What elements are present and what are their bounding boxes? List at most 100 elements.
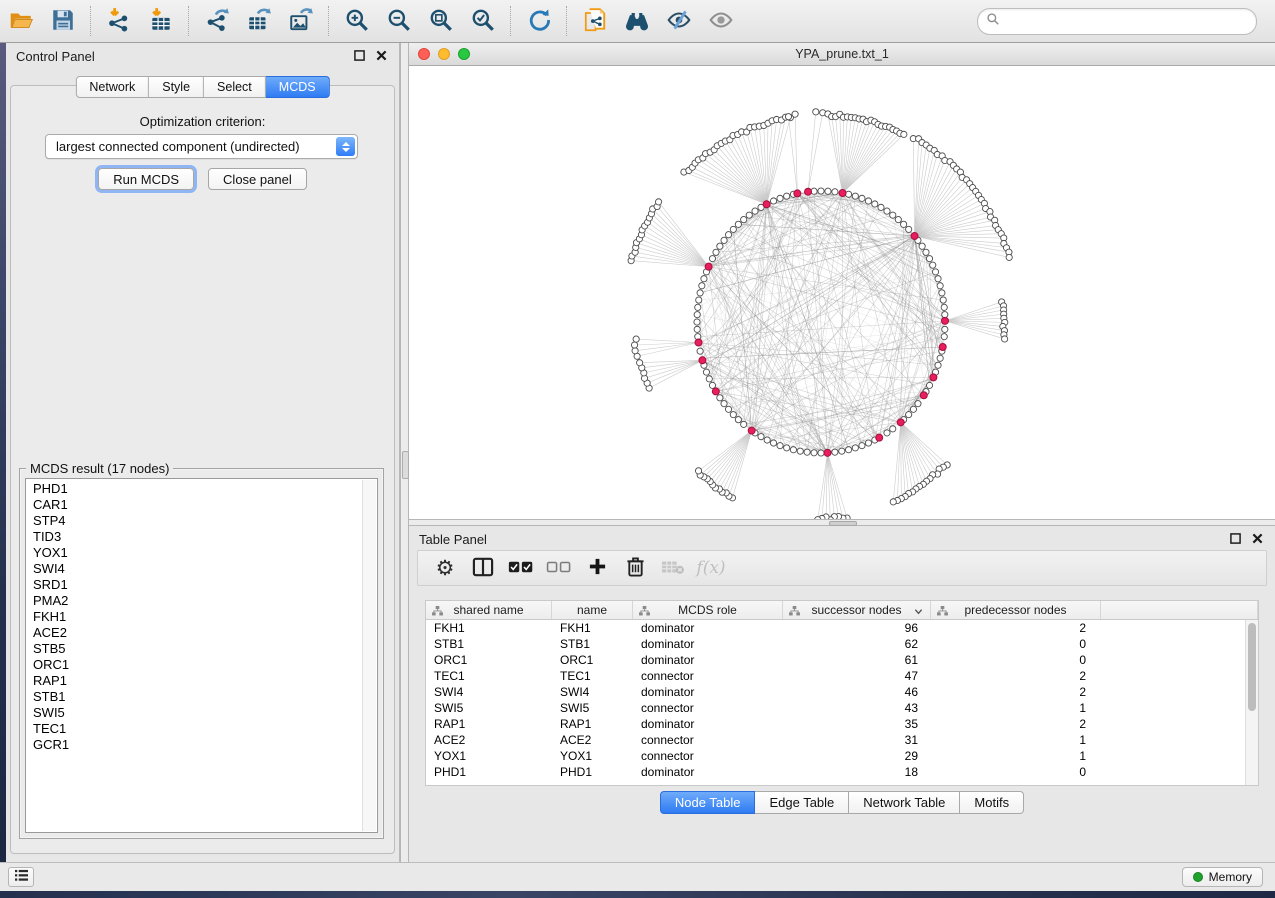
network-workspace: YPA_prune.txt_1 Table Panel ⚙ f(x) (409, 43, 1275, 862)
import-network-button[interactable] (101, 3, 137, 39)
table-row[interactable]: STB1STB1dominator620 (426, 636, 1245, 652)
mcds-tab-panel: Network Style Select MCDS Optimization c… (10, 85, 395, 854)
deselect-all-columns-button[interactable] (542, 553, 576, 583)
mcds-result-item[interactable]: ACE2 (33, 625, 363, 641)
apply-function-button[interactable]: f(x) (694, 553, 728, 583)
table-row[interactable]: ACE2ACE2connector311 (426, 732, 1245, 748)
toolbar-separator (510, 6, 512, 36)
search-input[interactable] (1000, 14, 1256, 29)
mcds-result-group: MCDS result (17 nodes) PHD1CAR1STP4TID3Y… (19, 468, 384, 839)
zoom-fit-button[interactable] (423, 3, 459, 39)
tab-style[interactable]: Style (149, 76, 204, 98)
mcds-result-item[interactable]: YOX1 (33, 545, 363, 561)
table-toolbar: ⚙ f(x) (417, 550, 1267, 586)
tab-edge-table[interactable]: Edge Table (755, 791, 849, 814)
zoom-in-button[interactable] (339, 3, 375, 39)
toolbar-separator (566, 6, 568, 36)
mcds-result-item[interactable]: STB5 (33, 641, 363, 657)
close-panel-button[interactable] (373, 48, 389, 64)
checked-boxes-icon (508, 559, 534, 578)
zoom-selected-button[interactable] (465, 3, 501, 39)
delete-column-button[interactable] (618, 553, 652, 583)
hide-graphics-button[interactable] (661, 3, 697, 39)
run-mcds-button[interactable]: Run MCDS (98, 168, 194, 190)
network-canvas[interactable] (409, 66, 1275, 519)
search-network-button[interactable] (619, 3, 655, 39)
column-header-shared-name[interactable]: shared name (426, 601, 552, 619)
tab-node-table[interactable]: Node Table (660, 791, 756, 814)
import-table-button[interactable] (143, 3, 179, 39)
import-network-icon (106, 7, 132, 36)
float-table-panel-button[interactable] (1227, 531, 1243, 547)
mcds-result-item[interactable]: PMA2 (33, 593, 363, 609)
mcds-result-item[interactable]: STB1 (33, 689, 363, 705)
node-table: shared name name MCDS role successor nod… (425, 600, 1259, 786)
export-table-button[interactable] (241, 3, 277, 39)
table-row[interactable]: FKH1FKH1dominator962 (426, 620, 1245, 636)
node-table-header: shared name name MCDS role successor nod… (426, 601, 1258, 620)
column-header-name[interactable]: name (552, 601, 633, 619)
tab-mcds[interactable]: MCDS (266, 76, 330, 98)
binoculars-icon (624, 7, 650, 36)
mcds-result-item[interactable]: SWI5 (33, 705, 363, 721)
mcds-result-item[interactable]: SWI4 (33, 561, 363, 577)
export-image-button[interactable] (283, 3, 319, 39)
table-row[interactable]: PHD1PHD1dominator180 (426, 764, 1245, 780)
column-header-mcds-role[interactable]: MCDS role (633, 601, 783, 619)
export-network-button[interactable] (199, 3, 235, 39)
column-header-successor-nodes[interactable]: successor nodes (783, 601, 931, 619)
mcds-list-scrollbar[interactable] (362, 480, 376, 831)
table-panel: Table Panel ⚙ f(x) shared name name (409, 526, 1275, 862)
mcds-result-item[interactable]: TID3 (33, 529, 363, 545)
criterion-dropdown[interactable]: largest connected component (undirected) (45, 134, 358, 159)
float-panel-button[interactable] (351, 48, 367, 64)
export-image-icon (288, 7, 314, 36)
import-table-icon (148, 7, 174, 36)
save-session-button[interactable] (45, 3, 81, 39)
add-column-button[interactable] (580, 553, 614, 583)
delete-table-button[interactable] (656, 553, 690, 583)
unchecked-boxes-icon (546, 559, 572, 578)
main-toolbar (0, 0, 1275, 43)
mcds-result-item[interactable]: GCR1 (33, 737, 363, 753)
column-header-predecessor-nodes[interactable]: predecessor nodes (931, 601, 1101, 619)
close-panel-action-button[interactable]: Close panel (208, 168, 307, 190)
mcds-result-item[interactable]: STP4 (33, 513, 363, 529)
close-table-panel-button[interactable] (1249, 531, 1265, 547)
app-window: Control Panel Network Style Select MCDS … (0, 0, 1275, 898)
memory-button[interactable]: Memory (1182, 867, 1263, 887)
table-row[interactable]: RAP1RAP1dominator352 (426, 716, 1245, 732)
select-all-columns-button[interactable] (504, 553, 538, 583)
scrollbar-thumb[interactable] (1248, 623, 1256, 711)
network-from-document-button[interactable] (577, 3, 613, 39)
vertical-splitter[interactable] (400, 43, 409, 862)
tab-motifs[interactable]: Motifs (960, 791, 1024, 814)
mcds-result-item[interactable]: PHD1 (33, 481, 363, 497)
tab-network-table[interactable]: Network Table (849, 791, 960, 814)
zoom-out-icon (386, 7, 412, 36)
mcds-result-item[interactable]: CAR1 (33, 497, 363, 513)
zoom-out-button[interactable] (381, 3, 417, 39)
tab-network[interactable]: Network (75, 76, 149, 98)
mcds-result-item[interactable]: SRD1 (33, 577, 363, 593)
table-options-button[interactable]: ⚙ (428, 553, 462, 583)
zoom-fit-icon (428, 7, 454, 36)
mcds-result-item[interactable]: ORC1 (33, 657, 363, 673)
tab-select[interactable]: Select (204, 76, 266, 98)
refresh-view-button[interactable] (521, 3, 557, 39)
mcds-result-item[interactable]: RAP1 (33, 673, 363, 689)
show-log-button[interactable] (8, 867, 34, 887)
table-row[interactable]: YOX1YOX1connector291 (426, 748, 1245, 764)
table-row[interactable]: TEC1TEC1connector472 (426, 668, 1245, 684)
column-layout-button[interactable] (466, 553, 500, 583)
mcds-result-item[interactable]: FKH1 (33, 609, 363, 625)
table-row[interactable]: SWI4SWI4dominator462 (426, 684, 1245, 700)
show-graphics-button[interactable] (703, 3, 739, 39)
table-scrollbar[interactable] (1245, 620, 1258, 785)
mcds-result-item[interactable]: TEC1 (33, 721, 363, 737)
table-row[interactable]: SWI5SWI5connector431 (426, 700, 1245, 716)
horizontal-splitter[interactable] (409, 519, 1275, 526)
table-row[interactable]: ORC1ORC1dominator610 (426, 652, 1245, 668)
search-box (977, 8, 1257, 35)
open-session-button[interactable] (3, 3, 39, 39)
